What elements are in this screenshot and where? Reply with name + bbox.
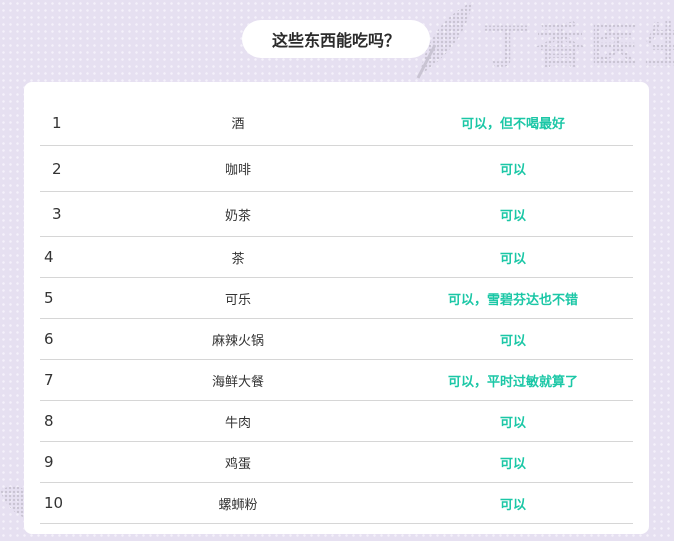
table-row: 3 奶茶 可以: [40, 192, 633, 237]
table-row: 10 螺蛳粉 可以: [40, 483, 633, 524]
answer-text: 可以: [499, 456, 526, 472]
answer-text: 可以，但不喝最好: [460, 117, 565, 132]
row-number: 3: [52, 205, 62, 223]
food-item: 奶茶: [224, 208, 251, 224]
table-row: 5 可乐 可以，雪碧芬达也不错: [40, 278, 633, 319]
watermark-text: 丁香医生: [482, 18, 674, 74]
row-number: 9: [44, 453, 54, 471]
food-item: 鸡蛋: [224, 456, 251, 472]
answer-text: 可以: [499, 333, 526, 349]
row-number: 8: [44, 412, 54, 430]
row-number: 10: [44, 494, 64, 512]
row-number: 5: [44, 289, 54, 307]
food-item: 麻辣火锅: [211, 333, 264, 349]
food-item: 螺蛳粉: [218, 497, 258, 513]
answer-text: 可以: [499, 208, 526, 224]
table-row: 2 咖啡 可以: [40, 146, 633, 192]
food-item: 咖啡: [224, 163, 251, 178]
answer-text: 可以: [499, 251, 526, 267]
row-number: 1: [52, 113, 62, 132]
table-row: 6 麻辣火锅 可以: [40, 319, 633, 360]
table-row: 4 茶 可以: [40, 237, 633, 278]
answer-text: 可以，雪碧芬达也不错: [447, 292, 578, 308]
food-item: 酒: [231, 117, 245, 132]
food-item: 茶: [231, 251, 245, 267]
row-number: 2: [52, 159, 62, 178]
row-number: 4: [44, 248, 54, 266]
watermark-logo: 丁香医生: [416, 2, 674, 79]
table-row: 1 酒 可以，但不喝最好: [40, 100, 633, 146]
row-number: 6: [44, 330, 54, 348]
table-row: 9 鸡蛋 可以: [40, 442, 633, 483]
food-item: 可乐: [224, 292, 251, 308]
food-item: 海鲜大餐: [211, 374, 264, 390]
food-table: 1 酒 可以，但不喝最好 2 咖啡 可以 3 奶茶 可以 4 茶 可以 5 可乐…: [24, 82, 649, 534]
page-title: 这些东西能吃吗？: [242, 20, 430, 58]
food-item: 牛肉: [224, 415, 251, 431]
table-row: 8 牛肉 可以: [40, 401, 633, 442]
answer-text: 可以: [499, 163, 526, 178]
answer-text: 可以: [499, 497, 526, 513]
answer-text: 可以: [499, 415, 526, 431]
row-number: 7: [44, 371, 54, 389]
answer-text: 可以，平时过敏就算了: [447, 374, 578, 390]
table-row: 7 海鲜大餐 可以，平时过敏就算了: [40, 360, 633, 401]
